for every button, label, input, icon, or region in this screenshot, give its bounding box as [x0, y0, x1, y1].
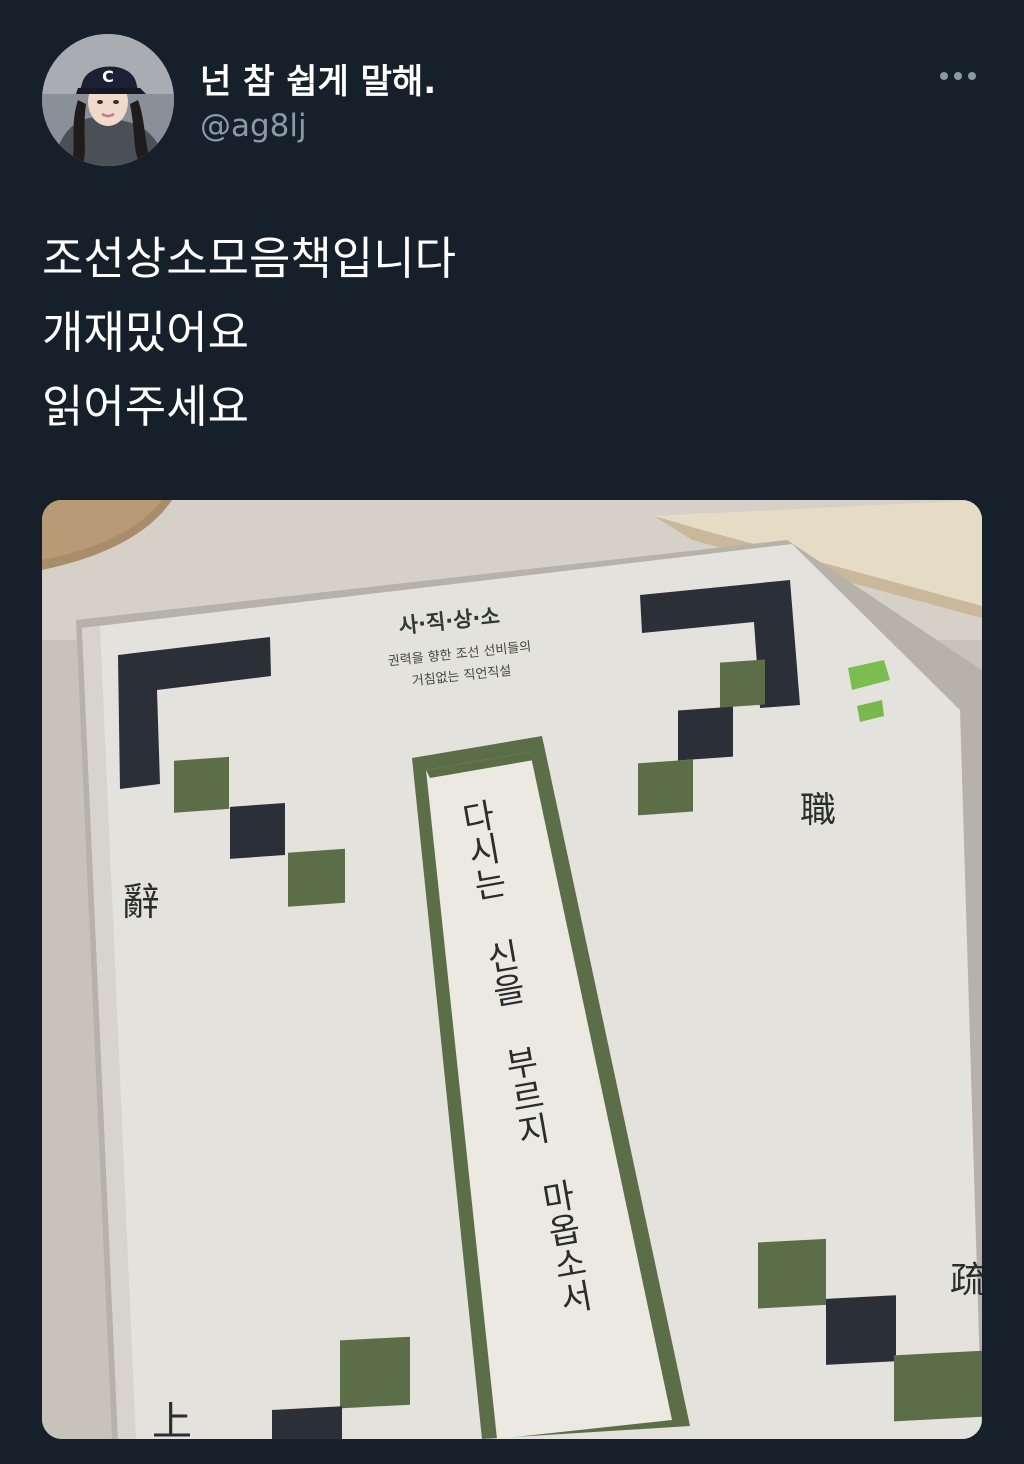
- svg-text:C: C: [102, 67, 114, 86]
- hanja-left: 辭: [122, 880, 160, 924]
- more-icon-dot-2: [954, 72, 962, 80]
- more-icon-dot-3: [968, 72, 976, 80]
- hanja-bottom-right: 疏: [950, 1260, 982, 1301]
- tweet-photo[interactable]: 사·직·상·소 권력을 향한 조선 선비들의 거침없는 직언직설 다시는 신을 …: [42, 500, 982, 1439]
- tweet-text-line: 조선상소모음책입니다: [42, 232, 457, 285]
- more-icon: [940, 72, 948, 80]
- book-photo: 사·직·상·소 권력을 향한 조선 선비들의 거침없는 직언직설 다시는 신을 …: [42, 500, 982, 1439]
- more-options-button[interactable]: [930, 54, 986, 98]
- hanja-bottom-left: 上: [152, 1399, 192, 1439]
- tweet-text: 조선상소모음책입니다 개재밌어요 읽어주세요: [42, 222, 982, 444]
- user-handle[interactable]: @ag8lj: [200, 108, 307, 144]
- tweet-text-line: 읽어주세요: [42, 380, 250, 433]
- profile-photo-icon: C: [42, 34, 174, 166]
- tweet: C 넌 참 쉽게 말해. @ag8lj 조선상소모음책입니다 개재밌어요 읽어주…: [0, 0, 1024, 1464]
- avatar[interactable]: C: [42, 34, 174, 166]
- hanja-right: 職: [800, 790, 836, 831]
- display-name[interactable]: 넌 참 쉽게 말해.: [200, 54, 436, 103]
- tweet-text-line: 개재밌어요: [42, 306, 250, 359]
